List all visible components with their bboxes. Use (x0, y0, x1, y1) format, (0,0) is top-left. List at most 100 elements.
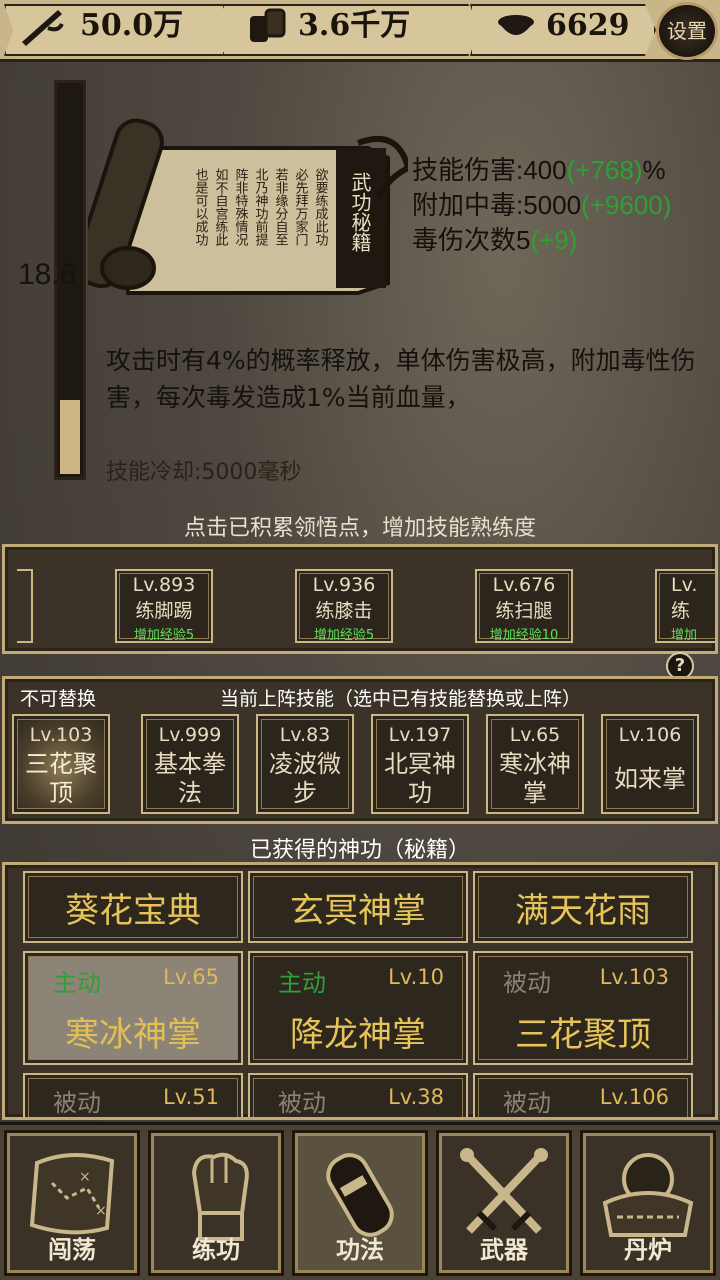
book-title: 玄冥神掌 (290, 891, 426, 931)
settings-button[interactable]: 设置 (656, 2, 718, 60)
nav-label: 练功 (192, 1236, 240, 1264)
scroll-text-line: 北乃神功前提 (253, 168, 269, 247)
stat-suffix: % (642, 155, 666, 185)
stat-label: 技能伤害:400 (412, 155, 567, 185)
mastery-hint: 点击已积累领悟点，增加技能熟练度 (183, 516, 536, 541)
coins-icon (244, 6, 292, 46)
nav-train[interactable]: 练功 (148, 1130, 284, 1276)
skill-book[interactable]: 玄冥神掌 (248, 871, 468, 943)
skill-book[interactable]: 被动 Lv.106 (473, 1073, 693, 1117)
scroll-text-line: 必先拜万家门 (293, 168, 309, 246)
ingot-icon (492, 6, 540, 46)
nav-furnace[interactable]: 丹炉 (580, 1130, 716, 1276)
slot-level: Lv.999 (158, 724, 222, 746)
active-slot[interactable]: Lv.65 寒冰神掌 (486, 714, 584, 814)
card-name: 练 (671, 600, 691, 622)
slot-level: Lv.197 (388, 724, 452, 746)
slot-name: 如来掌 (614, 764, 686, 793)
book-type: 被动 (503, 969, 551, 997)
stat-poison-count: 毒伤次数5(+9) (412, 220, 577, 257)
scroll-text-line: 阵非特殊情况 (233, 168, 249, 247)
slot-name: 基本拳法 (154, 750, 226, 807)
book-type: 主动 (278, 969, 326, 997)
map-icon: × × (7, 1143, 137, 1243)
skill-cooldown: 技能冷却:5000毫秒 (106, 460, 302, 485)
book-level: Lv.51 (163, 1085, 219, 1109)
book-type: 被动 (503, 1089, 551, 1117)
mastery-card[interactable]: Lv.936 练膝击 增加经验5 (295, 569, 393, 643)
skill-book[interactable]: 被动 Lv.38 (248, 1073, 468, 1117)
mastery-card[interactable]: Lv. 练 增加 (655, 569, 715, 643)
card-level: Lv.676 (492, 574, 556, 596)
nav-weapons[interactable]: 武器 (436, 1130, 572, 1276)
nav-wander[interactable]: × × 闯荡 (4, 1130, 140, 1276)
card-exp: 增加经验5 (313, 628, 375, 643)
mastery-card[interactable]: Lv.676 练扫腿 增加经验10 (475, 569, 573, 643)
book-title: 葵花宝典 (65, 891, 201, 931)
scroll-icon (295, 1143, 425, 1243)
slot-level: Lv.65 (509, 724, 561, 746)
cauldron-icon (583, 1143, 713, 1243)
nav-label: 闯荡 (48, 1236, 96, 1264)
skill-book[interactable]: 葵花宝典 (23, 871, 243, 943)
stat-poison: 附加中毒:5000(+9600) (412, 185, 671, 222)
nav-label: 丹炉 (624, 1236, 672, 1264)
scroll-text-line: 如不自宫练此 (213, 167, 229, 246)
book-level: Lv.106 (599, 1085, 669, 1109)
card-exp: 增加经验5 (133, 628, 195, 643)
active-slot[interactable]: Lv.197 北冥神功 (371, 714, 469, 814)
slot-name: 寒冰神掌 (499, 750, 571, 807)
skill-book[interactable]: 满天花雨 (473, 871, 693, 943)
stat-label: 附加中毒:5000 (412, 190, 582, 220)
card-level: Lv.936 (312, 574, 376, 596)
money-value: 3.6千万 (298, 8, 411, 43)
scroll-title: 武功秘籍 (348, 172, 372, 252)
book-level: Lv.10 (388, 965, 444, 989)
skill-scroll-image: 欲要练成此功必先拜万家门若非缘分自至北乃神功前提阵非特殊情况如不自宫练此也是可以… (88, 118, 408, 295)
book-level: Lv.38 (388, 1085, 444, 1109)
nav-label: 武器 (480, 1236, 528, 1264)
book-title: 三花聚顶 (515, 1015, 651, 1055)
slot-level: Lv.103 (29, 724, 93, 746)
fist-icon (151, 1143, 281, 1243)
active-skills-title: 当前上阵技能（选中已有技能替换或上阵） (220, 688, 582, 710)
slot-name: 凌波微步 (269, 750, 341, 807)
book-title: 寒冰神掌 (65, 1015, 201, 1055)
mastery-card-strip[interactable]: Lv.893 练脚踢 增加经验5 Lv.936 练膝击 增加经验5 Lv.676… (2, 544, 718, 654)
mastery-card[interactable]: Lv.893 练脚踢 增加经验5 (115, 569, 213, 643)
book-title: 降龙神掌 (290, 1015, 426, 1055)
acquired-skills-title: 已获得的神功（秘籍） (249, 838, 470, 863)
scroll-text-line: 若非缘分自至 (273, 167, 289, 246)
stat-bonus: (+9) (530, 225, 578, 255)
skill-book[interactable]: 被动 Lv.51 (23, 1073, 243, 1117)
svg-text:×: × (95, 1203, 107, 1219)
nav-skills[interactable]: 功法 (292, 1130, 428, 1276)
slot-name: 北冥神功 (384, 750, 456, 807)
resource-bar: 50.0万 3.6千万 6629 设置 (0, 0, 720, 62)
book-type: 主动 (53, 969, 101, 997)
nav-label: 功法 (336, 1236, 384, 1264)
book-level: Lv.65 (163, 965, 219, 989)
skill-description: 攻击时有4%的概率释放，单体伤害极高，附加毒性伤害，每次毒发造成1%当前血量， (106, 346, 696, 412)
slot-name: 三花聚顶 (25, 750, 97, 807)
card-exp: 增加经验10 (489, 628, 559, 643)
book-title: 满天花雨 (515, 891, 651, 931)
svg-text:×: × (79, 1169, 91, 1185)
slot-level: Lv.106 (618, 724, 682, 746)
mastery-bar-fill (60, 400, 80, 474)
card-name: 练扫腿 (495, 600, 553, 622)
skill-book[interactable]: 主动 Lv.10 降龙神掌 (248, 951, 468, 1065)
active-slot[interactable]: Lv.103 三花聚顶 (12, 714, 110, 814)
ingot-value: 6629 (546, 8, 630, 43)
not-replaceable-label: 不可替换 (20, 688, 97, 710)
active-slot[interactable]: Lv.999 基本拳法 (141, 714, 239, 814)
skill-book-selected[interactable]: 主动 Lv.65 寒冰神掌 (23, 951, 243, 1065)
swords-icon (439, 1143, 569, 1243)
book-type: 被动 (278, 1089, 326, 1117)
card-name: 练膝击 (315, 600, 373, 622)
active-slot[interactable]: Lv.106 如来掌 (601, 714, 699, 814)
active-slot[interactable]: Lv.83 凌波微步 (256, 714, 354, 814)
scroll-text-line: 欲要练成此功 (313, 167, 329, 247)
skill-book[interactable]: 被动 Lv.103 三花聚顶 (473, 951, 693, 1065)
stat-bonus: (+9600) (581, 190, 672, 220)
